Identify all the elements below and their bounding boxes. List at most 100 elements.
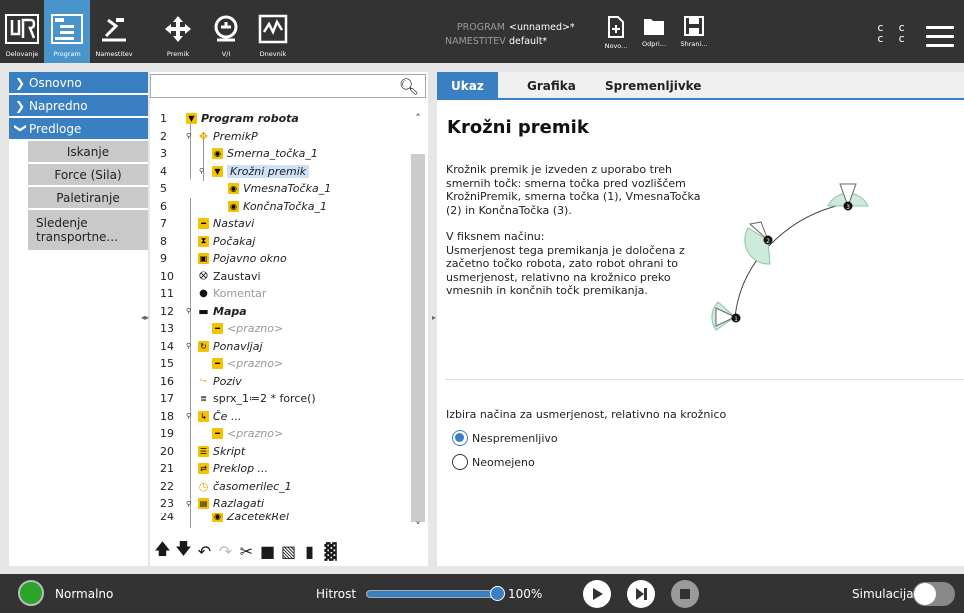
tree-row-8[interactable]: 8 ⧗ Počakaj [150, 233, 410, 251]
node-label: PremikP [213, 129, 258, 143]
tree-row-13[interactable]: 13 ━ <prazno> [150, 320, 410, 338]
folder-icon [644, 19, 664, 35]
open-button[interactable]: Odpri... [634, 16, 674, 48]
search-input[interactable]: 🔍︎ [150, 74, 426, 98]
line-number: 21 [160, 462, 174, 476]
bottom-bar: Normalno Hitrost 100% Simulacija [0, 574, 964, 613]
tree-scrollbar[interactable]: ˄ ˅ [410, 110, 426, 535]
tab-installation[interactable]: Namestitev [90, 0, 138, 63]
tree-row-19[interactable]: 19 ━ <prazno> [150, 425, 410, 443]
tree-row-22[interactable]: 22 ◷ časomerilec_1 [150, 478, 410, 496]
tree-row-15[interactable]: 15 ━ <prazno> [150, 355, 410, 373]
tab-variables[interactable]: Spremenljivke [591, 72, 715, 100]
radio-button-selected[interactable] [452, 430, 468, 446]
new-button[interactable]: Novo... [596, 16, 636, 50]
tree-row-1[interactable]: 1 ▼ Program robota [150, 110, 410, 128]
option-unconstrained[interactable]: Neomejeno [452, 454, 535, 470]
robot-status-indicator[interactable] [18, 580, 44, 606]
step-button[interactable] [627, 580, 655, 608]
move-up-arrow-icon[interactable]: 🡅︎ [152, 539, 173, 562]
expand-pin-icon[interactable]: ⚲ [199, 167, 204, 175]
node-label: KončnaTočka_1 [243, 199, 328, 213]
tab-graphics[interactable]: Grafika [513, 72, 590, 100]
expand-pin-icon[interactable]: ⚲ [186, 307, 191, 315]
search-icon[interactable]: 🔍︎ [399, 77, 419, 96]
expand-pin-icon[interactable]: ⚲ [186, 412, 191, 420]
tree-row-20[interactable]: 20 ☰ Skript [150, 443, 410, 461]
speed-value: 100% [508, 587, 543, 601]
tree-row-3[interactable]: 3 ◉ Smerna_točka_1 [150, 145, 410, 163]
open-label: Odpri... [641, 40, 667, 48]
tree-row-7[interactable]: 7 ━ Nastavi [150, 215, 410, 233]
speed-slider[interactable] [366, 590, 501, 598]
node-label: Če ... [213, 409, 242, 423]
waypoint-icon: ◉ [212, 148, 223, 160]
scroll-thumb[interactable] [411, 154, 425, 522]
tab-program[interactable]: Program [44, 0, 90, 63]
tree-row-21[interactable]: 21 ⇄ Preklop ... [150, 460, 410, 478]
scroll-down-icon[interactable]: ˅ [410, 520, 426, 536]
expand-pin-icon[interactable]: ⚲ [186, 500, 191, 508]
comment-bubble-icon: ● [199, 288, 208, 300]
simulation-toggle[interactable] [913, 582, 955, 606]
nav-templates[interactable]: ❯ Predloge [9, 118, 148, 139]
tab-move[interactable]: Premik [160, 0, 196, 63]
undo-icon[interactable]: ↶ [194, 540, 215, 562]
template-conveyor-tracking[interactable]: Sledenje transportne... [28, 210, 148, 252]
play-button[interactable] [583, 580, 611, 608]
tree-row-14[interactable]: 14 ⚲ ↻ Ponavljaj [150, 338, 410, 356]
move-down-arrow-icon[interactable]: 🡇︎ [173, 539, 194, 562]
tab-run[interactable]: Delovanje [0, 0, 44, 63]
tree-toolbar: 🡅︎ 🡇︎ ↶ ↷ ✂ ■ ▧ ▮ ▓ [152, 538, 426, 564]
paste-clipboard-icon[interactable]: ▧ [278, 540, 299, 562]
tree-row-11[interactable]: 11 ● Komentar [150, 285, 410, 303]
tab-log[interactable]: Dnevnik [254, 0, 292, 63]
redo-icon[interactable]: ↷ [215, 540, 236, 562]
description: Krožnik premik je izveden z uporabo treh… [446, 163, 716, 311]
waypoint-icon: ◉ [228, 200, 239, 212]
tree-row-6[interactable]: 6 ◉ KončnaTočka_1 [150, 198, 410, 216]
template-force[interactable]: Force (Sila) [28, 164, 148, 187]
stop-button[interactable] [671, 580, 699, 608]
tree-row-2[interactable]: 2 ⚲ ✥ PremikP [150, 128, 410, 146]
tree-row-4[interactable]: 4 ⚲ ▼ Krožni premik [150, 163, 410, 181]
tree-row-24[interactable]: 24 ◉ ZačetekRel [150, 512, 410, 523]
tab-installation-label: Namestitev [95, 50, 133, 58]
tree-row-23[interactable]: 23 ⚲ ▤ Razlagati [150, 495, 410, 513]
delete-trash-icon[interactable]: ▮ [299, 540, 320, 562]
tree-row-10[interactable]: 10 ⭙ Zaustavi [150, 268, 410, 286]
tab-io[interactable]: V/I [206, 0, 246, 63]
simulation-label: Simulacija [852, 587, 914, 601]
hourglass-icon: ⧗ [198, 235, 209, 247]
cc-indicator: c c c c [877, 22, 909, 44]
line-number: 23 [160, 497, 174, 511]
description-paragraph-2: Usmerjenost tega premikanja je določena … [446, 243, 685, 298]
template-palletizing[interactable]: Paletiranje [28, 187, 148, 210]
tree-row-17[interactable]: 17 ≣ sprx_1≔2 * force() [150, 390, 410, 408]
scroll-up-icon[interactable]: ˄ [410, 112, 426, 128]
pallet-icon: ▤ [198, 498, 209, 510]
orientation-mode-label: Izbira načina za usmerjenost, relativno … [446, 408, 727, 421]
copy-icon[interactable]: ■ [257, 540, 278, 562]
cut-scissors-icon[interactable]: ✂ [236, 540, 257, 562]
tab-command[interactable]: Ukaz [437, 72, 498, 100]
line-number: 12 [160, 304, 174, 318]
left-splitter-handle[interactable]: ◂▸ [141, 313, 149, 325]
tree-row-12[interactable]: 12 ⚲ ▬ Mapa [150, 303, 410, 321]
tree-row-16[interactable]: 16 ⮡ Poziv [150, 373, 410, 391]
nav-advanced[interactable]: ❯ Napredno [9, 95, 148, 116]
option-fixed[interactable]: Nespremenljivo [452, 430, 558, 446]
suppress-icon[interactable]: ▓ [320, 540, 341, 562]
expand-pin-icon[interactable]: ⚲ [186, 342, 191, 350]
template-search[interactable]: Iskanje [28, 141, 148, 164]
save-button[interactable]: Shrani... [674, 16, 714, 48]
tree-row-5[interactable]: 5 ◉ VmesnaTočka_1 [150, 180, 410, 198]
radio-button[interactable] [452, 454, 468, 470]
speed-slider-handle[interactable] [490, 586, 505, 601]
waypoint-label-2: 2 [766, 238, 770, 245]
nav-basic[interactable]: ❯ Osnovno [9, 72, 148, 93]
expand-pin-icon[interactable]: ⚲ [186, 132, 191, 140]
tree-row-18[interactable]: 18 ⚲ ↳ Če ... [150, 408, 410, 426]
tree-row-9[interactable]: 9 ▣ Pojavno okno [150, 250, 410, 268]
menu-hamburger-icon[interactable] [926, 26, 954, 53]
